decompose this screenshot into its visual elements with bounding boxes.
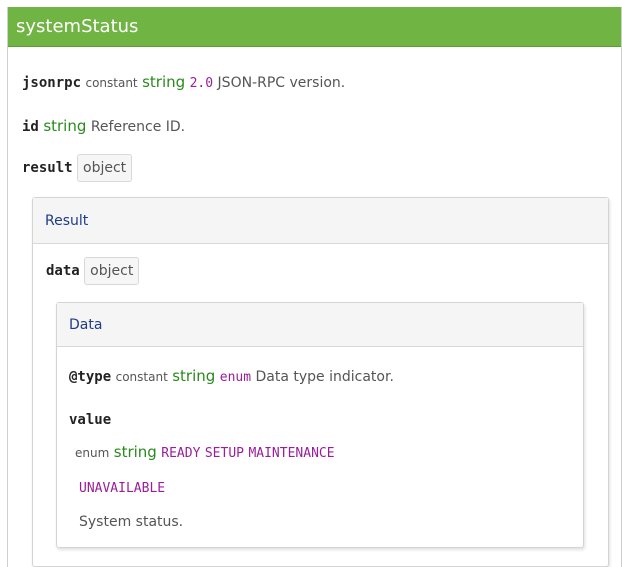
field-description: Reference ID. <box>90 119 186 135</box>
method-title: systemStatus <box>16 16 139 37</box>
field-name: jsonrpc <box>22 75 82 91</box>
field-name: data <box>46 263 80 279</box>
field-type: @type constant string enum Data type ind… <box>69 367 394 385</box>
type-label: string <box>43 117 87 135</box>
enum-label: enum <box>75 446 110 460</box>
method-title-bar: systemStatus <box>8 7 621 47</box>
enum-value: MAINTENANCE <box>248 446 335 461</box>
result-panel-header: Result <box>33 198 608 244</box>
panel-title: Data <box>69 317 103 333</box>
field-jsonrpc: jsonrpc constant string 2.0 JSON-RPC ver… <box>22 73 345 91</box>
field-name: result <box>22 160 73 176</box>
field-value: value <box>69 409 111 428</box>
field-name: @type <box>69 369 112 385</box>
constant-value: 2.0 <box>189 76 214 91</box>
enum-value: READY <box>161 446 201 461</box>
field-data: data object <box>46 257 140 285</box>
field-description: Data type indicator. <box>255 369 394 385</box>
field-description: System status. <box>79 514 184 530</box>
field-id: id string Reference ID. <box>22 117 185 135</box>
type-badge: object <box>84 257 140 285</box>
value-description: System status. <box>79 511 183 530</box>
type-label: string <box>113 443 157 461</box>
type-label: string <box>172 367 216 385</box>
field-name: id <box>22 119 39 135</box>
field-name: value <box>69 412 112 428</box>
constant-label: constant <box>85 76 138 90</box>
enum-value: UNAVAILABLE <box>79 481 166 496</box>
schema-panel: systemStatus jsonrpc constant string 2.0… <box>7 7 622 567</box>
field-result: result object <box>22 154 133 182</box>
data-panel-header: Data <box>57 303 583 347</box>
panel-title: Result <box>45 213 89 229</box>
enum-value: SETUP <box>204 446 244 461</box>
type-label: string <box>142 73 186 91</box>
value-enum-line: enum string READY SETUP MAINTENANCE <box>75 443 335 461</box>
value-enum-line-2: UNAVAILABLE <box>79 477 165 496</box>
type-badge: object <box>77 154 133 182</box>
constant-label: constant <box>115 370 168 384</box>
enum-label: enum <box>219 370 252 385</box>
field-description: JSON-RPC version. <box>217 75 346 91</box>
data-panel: Data @type constant string enum Data typ… <box>56 302 584 548</box>
result-panel: Result data object Data @type constant s… <box>32 197 609 567</box>
